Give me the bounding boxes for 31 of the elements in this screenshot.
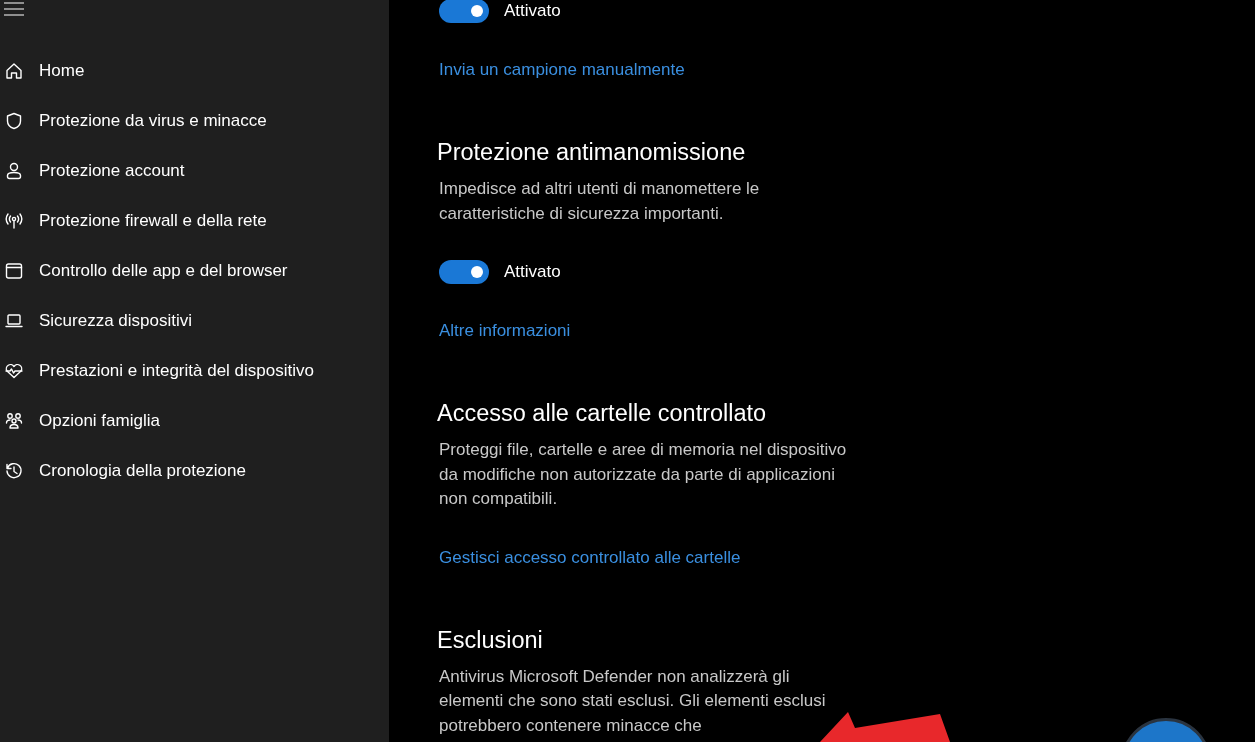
sidebar-item[interactable]: Home xyxy=(0,46,85,96)
settings-link[interactable]: Invia un campione manualmente xyxy=(439,58,685,82)
heart-pulse-icon xyxy=(4,361,24,381)
sidebar-item[interactable]: Opzioni famiglia xyxy=(0,396,160,446)
settings-link[interactable]: Altre informazioni xyxy=(439,319,571,343)
section-description: Impedisce ad altri utenti di manomettere le caratteristiche di sicurezza importanti. xyxy=(439,178,761,225)
person-icon xyxy=(4,161,24,181)
section-description: Antivirus Microsoft Defender non analizzerà gli elementi che sono stati esclusi. Gli elementi esclusi potrebbero contenere minacce che xyxy=(439,665,827,737)
sidebar-item[interactable]: Protezione firewall e della rete xyxy=(0,196,267,246)
sidebar-item[interactable]: Controllo delle app e del browser xyxy=(0,246,288,296)
sidebar-item[interactable]: Sicurezza dispositivi xyxy=(0,296,193,346)
section-heading: Accesso alle cartelle controllato xyxy=(437,399,767,428)
settings-link[interactable]: Gestisci accesso controllato alle cartelle xyxy=(439,545,741,570)
antenna-icon xyxy=(4,211,24,231)
menu-icon[interactable] xyxy=(4,2,24,16)
section-heading: Esclusioni xyxy=(437,625,543,655)
toggle-switch[interactable] xyxy=(439,260,489,284)
toggle-switch[interactable] xyxy=(439,0,489,23)
sidebar-item[interactable]: Cronologia della protezione xyxy=(0,446,246,496)
window-icon xyxy=(4,261,24,281)
section-description: Proteggi file, cartelle e aree di memoria nel dispositivo da modifiche non autorizzate da parte di applicazioni non compatibili. xyxy=(439,439,848,510)
history-icon xyxy=(4,461,24,481)
section-heading: Protezione antimanomissione xyxy=(437,138,746,167)
shield-icon xyxy=(4,111,24,131)
toggle-label: Attivato xyxy=(504,1,561,21)
sidebar-item[interactable]: Protezione da virus e minacce xyxy=(0,96,267,146)
sidebar-item[interactable]: Protezione account xyxy=(0,146,185,196)
home-icon xyxy=(4,61,24,81)
sidebar-item[interactable]: Prestazioni e integrità del dispositivo xyxy=(0,346,314,396)
people-icon xyxy=(4,411,24,431)
toggle-label: Attivato xyxy=(504,262,561,282)
